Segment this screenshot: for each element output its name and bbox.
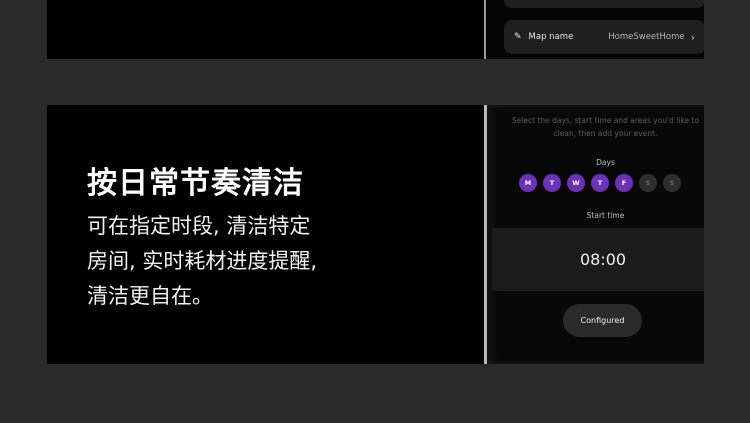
days-label: Days <box>596 158 615 167</box>
map-name-label: Map name <box>528 32 574 42</box>
chevron-right-icon: › <box>690 30 695 44</box>
description-line: 清洁更自在。 <box>87 284 213 308</box>
settings-card[interactable] <box>504 0 704 8</box>
start-time-value: 08:00 <box>579 250 627 269</box>
day-toggle[interactable]: S <box>663 174 681 192</box>
configured-button[interactable]: Configured <box>563 304 642 337</box>
day-toggle[interactable]: M <box>519 174 537 192</box>
feature-description: 可在指定时段, 清洁特定 房间, 实时耗材进度提醒, 清洁更自在。 <box>87 209 417 314</box>
day-toggle[interactable]: T <box>591 174 609 192</box>
start-time-label: Start time <box>586 211 625 220</box>
map-name-value: HomeSweetHome <box>608 32 685 42</box>
phone-frame-top: ✎ Map name HomeSweetHome › <box>484 0 704 59</box>
day-toggle[interactable]: S <box>639 174 657 192</box>
start-time-picker[interactable]: 08:00 <box>492 228 704 291</box>
day-toggle[interactable]: F <box>615 174 633 192</box>
map-name-row[interactable]: ✎ Map name HomeSweetHome › <box>504 20 704 54</box>
instruction-line-1: Select the days, start time and areas yo… <box>511 116 700 125</box>
pencil-icon: ✎ <box>514 32 522 42</box>
description-line: 房间, 实时耗材进度提醒, <box>87 249 318 273</box>
description-line: 可在指定时段, 清洁特定 <box>87 214 311 238</box>
feature-heading: 按日常节奏清洁 <box>87 166 304 201</box>
day-toggle[interactable]: W <box>567 174 585 192</box>
day-selector: MTWTFSS <box>519 174 681 192</box>
top-showcase-panel: ✎ Map name HomeSweetHome › <box>47 0 704 59</box>
instruction-line-2: clean, then add your event. <box>553 129 658 138</box>
day-toggle[interactable]: T <box>543 174 561 192</box>
phone-frame-main: Select the days, start time and areas yo… <box>484 105 704 364</box>
schedule-instruction: Select the days, start time and areas yo… <box>487 114 704 140</box>
